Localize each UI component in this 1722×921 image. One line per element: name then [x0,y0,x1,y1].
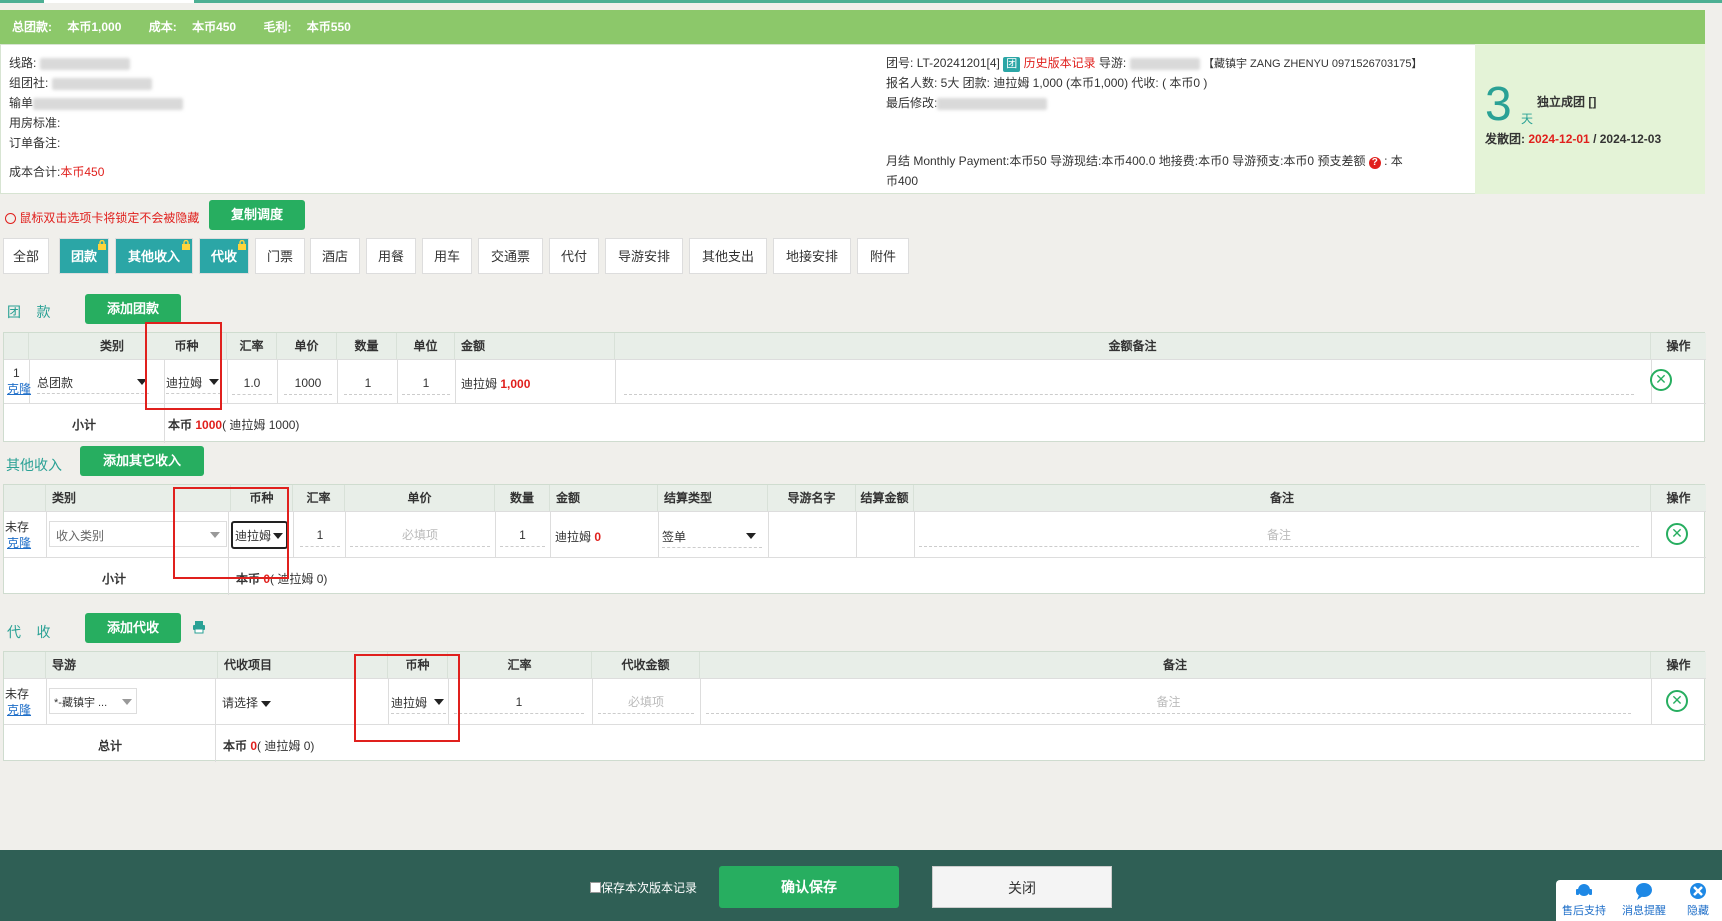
amount-note-input[interactable] [624,375,1634,395]
headset-icon [1576,884,1592,896]
tab-tickets[interactable]: 门票 [255,238,305,274]
payment-info: 月结 Monthly Payment:本币50 导游现结:本币400.0 地接费… [886,154,1403,188]
settle-type-select[interactable]: 签单 [662,528,762,548]
chat-bubble-icon [1636,883,1652,900]
history-link[interactable]: 历史版本记录 [1024,56,1096,70]
add-other-income-button[interactable]: 添加其它收入 [80,446,204,476]
tab-meals[interactable]: 用餐 [366,238,416,274]
unit-input[interactable]: 1 [402,375,450,395]
top-accent-line [0,0,1722,3]
clone-link[interactable]: 克隆 [7,702,31,718]
daishou-item-select[interactable]: 请选择 [222,694,282,714]
guide-select[interactable]: *-藏镇宇 ... [49,688,137,714]
row-status: 未存 [5,687,30,701]
row-index: 1 [13,366,20,380]
tab-other-income[interactable]: 其他收入 [115,238,193,274]
close-button[interactable]: 关闭 [932,866,1112,908]
highlight-box [354,654,460,742]
tab-daishou[interactable]: 代收 [199,238,249,274]
daishou-title: 代 收 [7,624,51,640]
info-panel: 线路: 组团社: 输单 用房标准: 订单备注: 成本合计:本币450 团号: L… [0,44,1705,194]
order-info-mid: 团号: LT-20241201[4] 团 历史版本记录 导游: 【藏镇宇 ZAN… [886,56,1423,110]
rate-input[interactable]: 1 [454,694,584,714]
tuankuan-subtotal: 本币 1000( 迪拉姆 1000) [168,418,300,432]
summary-bar: 总团款: 本币1,000 成本: 本币450 毛利: 本币550 [0,10,1705,44]
confirm-save-button[interactable]: 确认保存 [719,866,899,908]
clone-link[interactable]: 克隆 [7,381,31,397]
amount: 迪拉姆 0 [555,530,602,544]
price-input[interactable]: 1000 [284,375,332,395]
lock-icon [238,240,246,250]
group-tag: 团 [1003,57,1021,72]
tab-vehicle[interactable]: 用车 [422,238,472,274]
print-icon[interactable] [192,620,206,634]
question-icon[interactable]: ? [1368,157,1381,169]
add-daishou-button[interactable]: 添加代收 [85,613,181,643]
delete-row-icon[interactable]: ✕ [1650,369,1672,391]
days-panel: 3 天 独立成团 [] 发散团: 2024-12-01 / 2024-12-03 [1475,44,1705,194]
tuankuan-title: 团 款 [7,304,51,320]
lock-hint: 鼠标双击选项卡将锁定不会被隐藏 [5,209,199,226]
qty-input[interactable]: 1 [500,527,545,547]
tab-transport-tickets[interactable]: 交通票 [478,238,543,274]
amount: 迪拉姆 1,000 [461,377,531,391]
tab-advance-pay[interactable]: 代付 [549,238,599,274]
note-input[interactable]: 备注 [919,527,1639,547]
info-icon [5,213,16,225]
group-type: 独立成团 [] [1537,95,1597,109]
tab-attachments[interactable]: 附件 [857,238,909,274]
message-button[interactable]: 消息提醒 [1616,882,1672,918]
clone-link[interactable]: 克隆 [7,535,31,551]
qty-input[interactable]: 1 [344,375,392,395]
save-version-checkbox[interactable]: 保存本次版本记录 [590,879,697,896]
highlight-box [145,322,222,410]
support-button[interactable]: 售后支持 [1556,882,1612,918]
delete-row-icon[interactable]: ✕ [1666,523,1688,545]
help-widget: 售后支持 消息提醒 隐藏 [1556,880,1722,921]
close-icon [1690,883,1706,899]
order-info-left: 线路: 组团社: 输单 用房标准: 订单备注: 成本合计:本币450 [9,53,609,182]
add-tuankuan-button[interactable]: 添加团款 [85,294,181,324]
lock-icon [182,240,190,250]
delete-row-icon[interactable]: ✕ [1666,690,1688,712]
row-status: 未存 [5,520,30,534]
tab-guide-arrange[interactable]: 导游安排 [605,238,683,274]
hide-button[interactable]: 隐藏 [1674,882,1722,918]
depart-dates: 发散团: 2024-12-01 / 2024-12-03 [1485,132,1662,146]
tab-hotel[interactable]: 酒店 [310,238,360,274]
copy-schedule-button[interactable]: 复制调度 [209,200,305,230]
lock-icon [98,240,106,250]
daishou-amount-input[interactable]: 必填项 [598,694,694,714]
other-income-title: 其他收入 [6,457,62,473]
daishou-table: 导游 代收项目 币种 汇率 代收金额 备注 操作 未存 克隆 *-藏镇宇 ...… [3,651,1706,762]
tab-tuankuan[interactable]: 团款 [59,238,109,274]
rate-input[interactable]: 1.0 [232,375,272,395]
category-select[interactable]: 总团款 [37,374,149,394]
tab-other-expense[interactable]: 其他支出 [689,238,767,274]
tab-dmc-arrange[interactable]: 地接安排 [773,238,851,274]
tuankuan-table: 类别 币种 汇率 单价 数量 单位 金额 金额备注 操作 1 克隆 总团款 迪拉… [3,332,1706,443]
price-input[interactable]: 必填项 [350,527,490,547]
rate-input[interactable]: 1 [300,527,340,547]
highlight-box [173,487,289,579]
tab-all[interactable]: 全部 [3,238,49,274]
days-count: 3 [1485,78,1512,131]
note-input[interactable]: 备注 [706,694,1631,714]
daishou-total: 本币 0( 迪拉姆 0) [223,739,315,753]
